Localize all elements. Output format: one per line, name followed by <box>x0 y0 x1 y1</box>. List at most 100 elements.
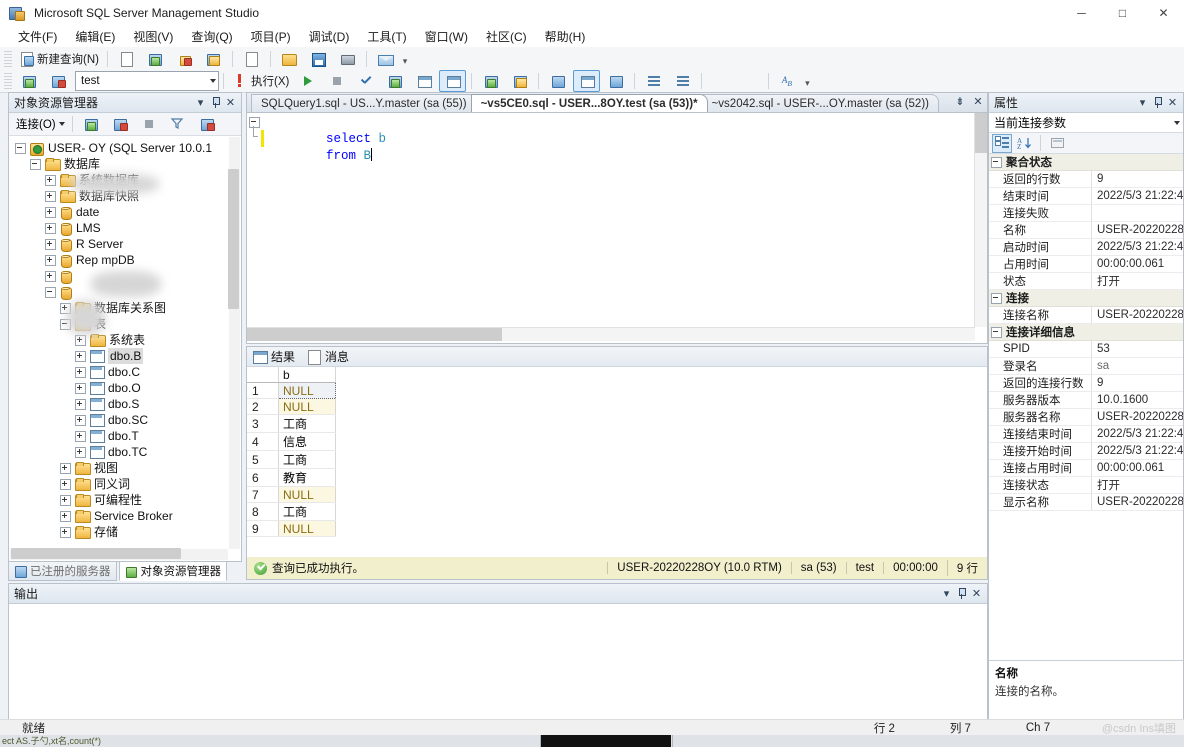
property-value[interactable]: 打开 <box>1091 477 1183 493</box>
property-value[interactable] <box>1091 205 1183 221</box>
results-grid[interactable]: b 1 NULL 2 NULL 3 工商 4 信息 5 工商 6 教育 7 NULL 8 工商 9 NULL <box>247 367 336 537</box>
decrease-indent-button[interactable] <box>707 70 734 92</box>
tree-node[interactable]: dbo.TC <box>9 444 241 460</box>
expand-icon[interactable] <box>60 478 71 490</box>
property-row[interactable]: 服务器版本 10.0.1600 <box>989 392 1183 409</box>
close-button[interactable]: ✕ <box>1143 0 1184 26</box>
editor-vscroll-thumb[interactable] <box>975 113 987 153</box>
expand-icon[interactable] <box>75 430 86 442</box>
menu-edit[interactable]: 编辑(E) <box>66 26 124 47</box>
tree-node[interactable]: 同义词 <box>9 476 241 492</box>
fold-collapse-icon[interactable] <box>249 117 260 128</box>
cell-b[interactable]: 教育 <box>278 468 336 487</box>
property-group-header[interactable]: 连接 <box>989 290 1183 307</box>
panel-close-icon[interactable]: ✕ <box>223 95 238 110</box>
property-value[interactable]: USER-20220228OY <box>1091 409 1183 425</box>
expand-icon[interactable] <box>45 206 56 218</box>
cell-b[interactable]: 信息 <box>278 432 336 451</box>
panel-pin-icon[interactable] <box>954 586 969 601</box>
expand-icon[interactable] <box>75 334 86 346</box>
minimize-button[interactable]: ─ <box>1061 0 1102 26</box>
panel-dropdown-icon[interactable]: ▾ <box>193 95 208 110</box>
property-value[interactable]: USER-20220228OY <box>1091 222 1183 238</box>
tree-node[interactable]: date <box>9 204 241 220</box>
parse-button[interactable] <box>352 70 379 92</box>
expand-icon[interactable] <box>45 174 56 186</box>
tab-results[interactable]: 结果 <box>253 348 295 365</box>
cell-b[interactable]: 工商 <box>278 450 336 469</box>
tree-node[interactable]: 可编程性 <box>9 492 241 508</box>
oe-vscroll-thumb[interactable] <box>228 169 239 309</box>
properties-object-selector[interactable]: 当前连接参数 <box>989 113 1183 133</box>
properties-list[interactable]: 聚合状态 返回的行数 9 结束时间 2022/5/3 21:22:45 连接失败 名称 USE… <box>989 154 1183 660</box>
cell-b[interactable]: NULL <box>278 398 336 415</box>
tree-node[interactable]: dbo.S <box>9 396 241 412</box>
results-to-text-button[interactable] <box>544 70 571 92</box>
editor-tab[interactable]: ~vs5CE0.sql - USER...8OY.test (sa (53))* <box>470 94 708 112</box>
menu-file[interactable]: 文件(F) <box>9 26 66 47</box>
expand-icon[interactable] <box>75 366 86 378</box>
collapse-icon[interactable] <box>45 286 56 298</box>
row-number-cell[interactable]: 1 <box>247 382 279 399</box>
close-icon[interactable]: ✕ <box>971 94 985 109</box>
column-header-b[interactable]: b <box>278 367 336 383</box>
cell-b[interactable]: NULL <box>278 486 336 503</box>
oe-connect-server-button[interactable] <box>78 113 105 135</box>
property-row[interactable]: 返回的行数 9 <box>989 171 1183 188</box>
property-value[interactable]: 2022/5/3 21:22:45 <box>1091 188 1183 204</box>
collapse-icon[interactable] <box>991 326 1002 338</box>
row-number-cell[interactable]: 4 <box>247 432 279 451</box>
property-row[interactable]: SPID 53 <box>989 341 1183 358</box>
editor-vertical-scrollbar[interactable] <box>974 113 987 327</box>
property-row[interactable]: 返回的连接行数 9 <box>989 375 1183 392</box>
property-row[interactable]: 结束时间 2022/5/3 21:22:45 <box>989 188 1183 205</box>
row-number-cell[interactable]: 7 <box>247 486 279 503</box>
database-combobox[interactable]: test <box>75 71 219 91</box>
table-row[interactable]: 1 NULL <box>247 382 336 399</box>
menu-window[interactable]: 窗口(W) <box>416 26 477 47</box>
property-value[interactable]: USER-20220228OY ( <box>1091 307 1183 323</box>
property-row[interactable]: 连接开始时间 2022/5/3 21:22:45 <box>989 443 1183 460</box>
property-value[interactable]: 9 <box>1091 171 1183 187</box>
table-row[interactable]: 7 NULL <box>247 486 336 503</box>
editor-tab[interactable]: SQLQuery1.sql - US...Y.master (sa (55)) <box>251 94 477 112</box>
panel-dropdown-icon[interactable]: ▾ <box>1135 95 1150 110</box>
toolbar-overflow-button[interactable]: ▾ <box>400 51 410 67</box>
menu-community[interactable]: 社区(C) <box>477 26 536 47</box>
tab-list-icon[interactable]: ⇟ <box>953 94 967 109</box>
row-number-cell[interactable]: 3 <box>247 414 279 433</box>
collapse-icon[interactable] <box>15 142 26 154</box>
expand-icon[interactable] <box>75 382 86 394</box>
editor-tab[interactable]: ~vs2042.sql - USER-...OY.master (sa (52)… <box>701 94 939 112</box>
property-pages-button[interactable] <box>1047 134 1067 153</box>
debug-button[interactable] <box>294 70 321 92</box>
new-query-button[interactable]: 新建查询(N) <box>15 48 102 70</box>
save-button[interactable] <box>305 48 332 70</box>
tree-node[interactable]: 表 <box>9 316 241 332</box>
cell-b[interactable]: 工商 <box>278 414 336 433</box>
row-number-cell[interactable]: 2 <box>247 398 279 415</box>
row-number-cell[interactable]: 8 <box>247 502 279 521</box>
tree-node[interactable]: 数据库关系图 <box>9 300 241 316</box>
property-value[interactable]: sa <box>1091 358 1183 374</box>
new-project-button[interactable] <box>238 48 265 70</box>
property-row[interactable]: 名称 USER-20220228OY <box>989 222 1183 239</box>
display-estimated-plan-button[interactable] <box>381 70 408 92</box>
analysis-services-query-button[interactable] <box>171 48 198 70</box>
results-to-grid-button[interactable] <box>439 70 467 92</box>
property-group-header[interactable]: 连接详细信息 <box>989 324 1183 341</box>
database-engine-query-button[interactable] <box>142 48 169 70</box>
table-row[interactable]: 4 信息 <box>247 432 336 451</box>
toolbar-grip[interactable] <box>4 50 12 67</box>
property-value[interactable]: 2022/5/3 21:22:45 <box>1091 426 1183 442</box>
panel-pin-icon[interactable] <box>208 95 223 110</box>
cell-b[interactable]: NULL <box>278 382 336 399</box>
specify-values-button[interactable]: AB <box>774 70 801 92</box>
tree-node[interactable]: Service Broker <box>9 508 241 524</box>
expand-icon[interactable] <box>60 494 71 506</box>
query-options-button[interactable] <box>410 70 437 92</box>
sql-toolbar-grip[interactable] <box>4 73 12 89</box>
panel-close-icon[interactable]: ✕ <box>969 586 984 601</box>
panel-close-icon[interactable]: ✕ <box>1165 95 1180 110</box>
expand-icon[interactable] <box>45 270 56 282</box>
